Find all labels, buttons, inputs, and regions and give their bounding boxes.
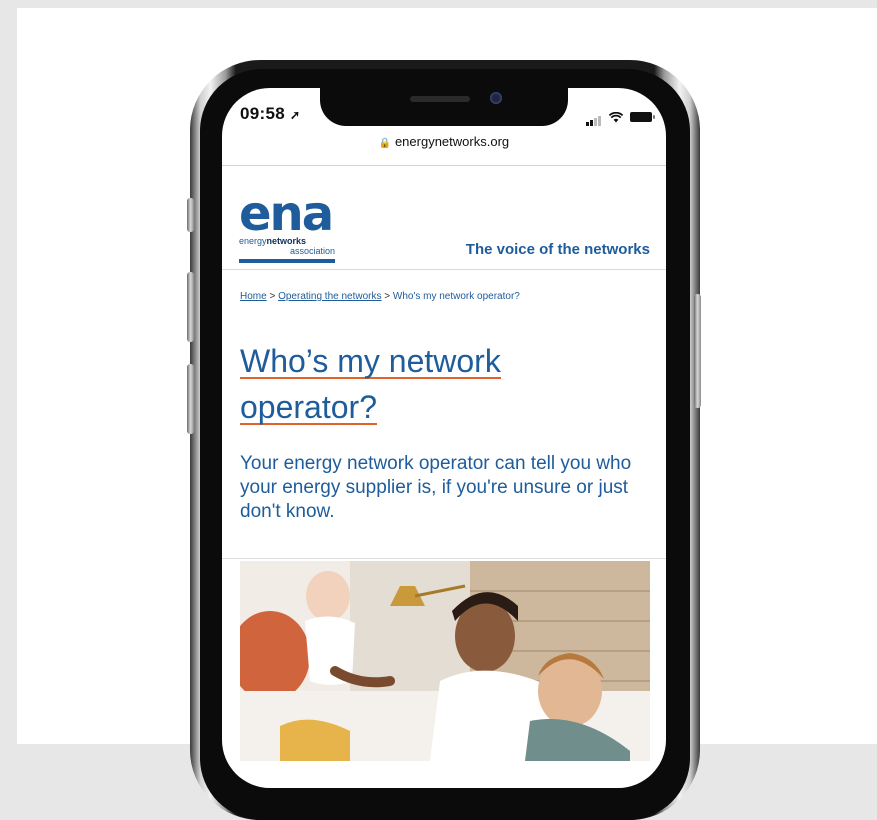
battery-icon <box>630 112 655 122</box>
site-header: ena energynetworks association The voice… <box>222 166 666 268</box>
breadcrumb-home-link[interactable]: Home <box>240 291 267 302</box>
phone-volume-up-button <box>187 272 194 342</box>
phone-mute-switch <box>187 198 194 232</box>
speaker-grille <box>410 96 470 102</box>
hero-photo-illustration <box>240 561 650 761</box>
breadcrumb-current: Who's my network operator? <box>392 291 520 302</box>
url-text: energynetworks.org <box>394 134 510 149</box>
wifi-icon <box>609 111 623 122</box>
lock-icon: 🔒 <box>378 138 392 149</box>
phone-power-button <box>694 294 701 408</box>
page-title-line2: operator? <box>240 389 377 425</box>
status-icons <box>586 108 655 126</box>
signal-icon <box>586 108 602 126</box>
breadcrumb-section-link[interactable]: Operating the networks <box>278 291 381 302</box>
breadcrumb: Home > Operating the networks > Who's my… <box>240 291 520 302</box>
page-intro: Your energy network operator can tell yo… <box>240 453 632 522</box>
logo-underline <box>239 259 335 263</box>
logo-line2: association <box>289 246 335 256</box>
site-tagline: The voice of the networks <box>465 241 650 258</box>
location-icon: ➚ <box>290 108 301 122</box>
status-time: 09:58 ➚ <box>240 104 301 123</box>
breadcrumb-separator: > <box>384 291 391 302</box>
address-bar[interactable]: 🔒 energynetworks.org <box>222 134 666 149</box>
phone-notch <box>320 88 568 126</box>
hero-photo-family <box>240 561 650 761</box>
page-title-line1: Who’s my network <box>240 343 501 379</box>
phone-volume-down-button <box>187 364 194 434</box>
phone-screen: 09:58 ➚ 🔒 energynetworks.org ena energyn… <box>222 88 666 788</box>
header-divider <box>222 269 666 270</box>
breadcrumb-separator: > <box>269 291 276 302</box>
logo-wordmark: ena <box>239 186 334 242</box>
page-title: Who’s my network operator? <box>240 338 640 430</box>
ena-logo[interactable]: ena energynetworks association <box>239 186 335 263</box>
section-divider <box>222 558 666 559</box>
front-camera <box>490 92 502 104</box>
